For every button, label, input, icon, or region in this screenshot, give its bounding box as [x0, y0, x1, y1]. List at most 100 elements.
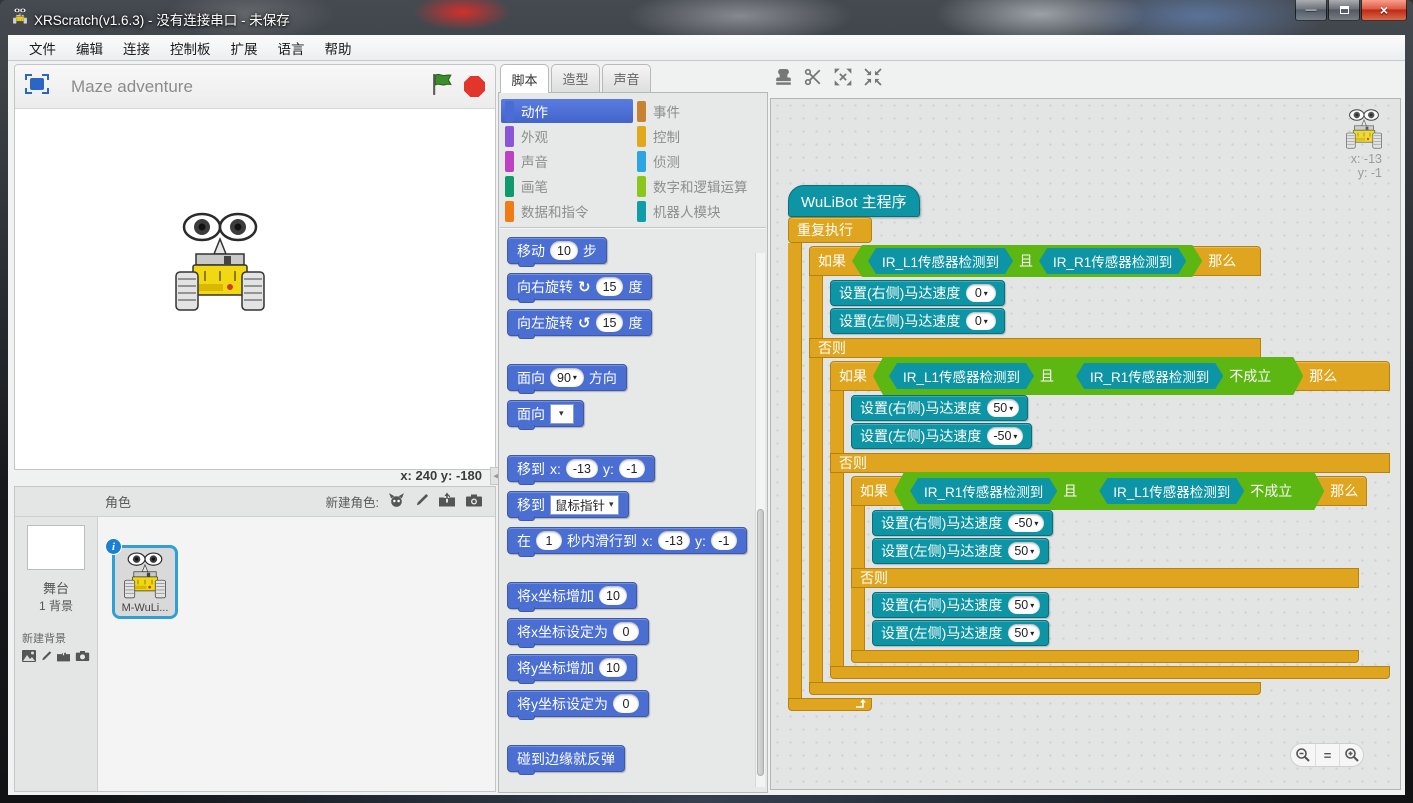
camera-sprite-icon[interactable]: [465, 493, 483, 511]
palette-block-11[interactable]: 将y坐标设定为0: [507, 690, 649, 717]
sprite-info-icon[interactable]: i: [105, 538, 122, 555]
block-input[interactable]: 10: [599, 658, 627, 677]
backdrop-library-icon[interactable]: [22, 650, 36, 666]
category-9[interactable]: 机器人模块: [633, 199, 765, 223]
tab-0[interactable]: 脚本: [500, 64, 549, 93]
sensor-block-ir-r1[interactable]: IR_R1传感器检测到: [1039, 248, 1186, 274]
block-input[interactable]: 0: [613, 622, 639, 641]
block-input[interactable]: 15: [596, 313, 624, 332]
category-6[interactable]: 控制: [633, 124, 765, 148]
block-input[interactable]: 1: [536, 531, 562, 550]
robot-sprite[interactable]: [175, 212, 265, 317]
palette-block-1[interactable]: 向右旋转↻15度: [507, 273, 652, 300]
palette-block-7[interactable]: 在1秒内滑行到x:-13y:-1: [507, 527, 747, 554]
set-motor-block[interactable]: 设置(左侧)马达速度 50▾: [872, 620, 1049, 646]
and-operator[interactable]: IR_R1传感器检测到 且 IR_L1传感器检测到 不成立: [894, 472, 1324, 510]
motor-speed-dropdown[interactable]: 0▾: [966, 312, 996, 330]
motor-speed-dropdown[interactable]: -50▾: [1008, 514, 1044, 532]
motor-speed-dropdown[interactable]: 50▾: [1008, 624, 1040, 642]
zoom-reset-button[interactable]: =: [1315, 744, 1339, 766]
stop-button[interactable]: [464, 76, 485, 97]
menu-item-4[interactable]: 扩展: [222, 35, 267, 61]
scrollbar-thumb[interactable]: [757, 509, 764, 776]
camera-backdrop-icon[interactable]: [75, 650, 90, 666]
not-operator[interactable]: IR_R1传感器检测到 不成立: [1060, 360, 1287, 392]
if-else-block-1[interactable]: 如果 IR_L1传感器检测到 且 IR_R1传感器检测到 那么: [809, 246, 1261, 695]
palette-block-8[interactable]: 将x坐标增加10: [507, 582, 637, 609]
title-bar[interactable]: XRScratch(v1.6.3) - 没有连接串口 - 未保存 — ×: [0, 0, 1413, 35]
sprite-tile-selected[interactable]: i M-WuLi...: [112, 545, 178, 619]
palette-block-2[interactable]: 向左旋转↺15度: [507, 309, 652, 336]
zoom-in-button[interactable]: [1339, 744, 1363, 766]
set-motor-block[interactable]: 设置(左侧)马达速度 0▾: [830, 308, 1005, 334]
block-dropdown[interactable]: 90▾: [550, 368, 584, 387]
block-dropdown[interactable]: ▾: [550, 404, 574, 424]
category-2[interactable]: 声音: [501, 149, 633, 173]
close-button[interactable]: ×: [1361, 0, 1407, 21]
category-1[interactable]: 外观: [501, 124, 633, 148]
set-motor-block[interactable]: 设置(右侧)马达速度 50▾: [872, 592, 1049, 618]
menu-item-5[interactable]: 语言: [269, 35, 314, 61]
menu-item-6[interactable]: 帮助: [316, 35, 361, 61]
set-motor-block[interactable]: 设置(右侧)马达速度 -50▾: [872, 510, 1053, 536]
if-else-block-3[interactable]: 如果 IR_R1传感器检测到 且 IR_L1传感器检测到 不成立: [851, 476, 1390, 663]
menu-item-3[interactable]: 控制板: [161, 35, 220, 61]
sensor-block-ir-l1[interactable]: IR_L1传感器检测到: [868, 248, 1013, 274]
set-motor-block[interactable]: 设置(右侧)马达速度 0▾: [830, 280, 1005, 306]
paint-sprite-icon[interactable]: [414, 492, 429, 512]
upload-backdrop-icon[interactable]: [56, 650, 71, 666]
script-stack[interactable]: WuLiBot 主程序 重复执行 如果 IR_L1传感器检测到 且 IR_R1传…: [788, 185, 1261, 711]
scissors-icon[interactable]: [803, 67, 823, 87]
script-area[interactable]: x: -13 y: -1 WuLiBot 主程序 重复执行 如果 IR_L1传感…: [770, 98, 1401, 790]
menu-item-2[interactable]: 连接: [114, 35, 159, 61]
forever-block[interactable]: 重复执行 如果 IR_L1传感器检测到 且 IR_R1传感器检测到 那么: [788, 217, 1261, 711]
palette-block-4[interactable]: 面向▾: [507, 400, 584, 427]
category-8[interactable]: 数字和逻辑运算: [633, 174, 765, 198]
palette-block-9[interactable]: 将x坐标设定为0: [507, 618, 649, 645]
palette-block-0[interactable]: 移动10步: [507, 237, 607, 264]
palette-block-3[interactable]: 面向90▾方向: [507, 364, 627, 391]
block-input[interactable]: -13: [566, 459, 598, 478]
category-3[interactable]: 画笔: [501, 174, 633, 198]
set-motor-block[interactable]: 设置(右侧)马达速度 50▾: [851, 395, 1028, 421]
new-sprite-library-icon[interactable]: [388, 492, 405, 512]
grow-icon[interactable]: [833, 67, 853, 87]
category-4[interactable]: 数据和指令: [501, 199, 633, 223]
motor-speed-dropdown[interactable]: -50▾: [987, 427, 1023, 445]
sensor-block-ir-r1[interactable]: IR_R1传感器检测到: [1076, 363, 1223, 389]
sensor-block-ir-r1[interactable]: IR_R1传感器检测到: [910, 478, 1057, 504]
motor-speed-dropdown[interactable]: 50▾: [1008, 596, 1040, 614]
and-operator[interactable]: IR_L1传感器检测到 且 IR_R1传感器检测到 不成立: [873, 357, 1303, 395]
maximize-button[interactable]: [1328, 0, 1360, 21]
category-7[interactable]: 侦测: [633, 149, 765, 173]
block-input[interactable]: -1: [711, 531, 737, 550]
shrink-icon[interactable]: [863, 67, 883, 87]
block-input[interactable]: -1: [619, 459, 645, 478]
block-input[interactable]: 10: [599, 586, 627, 605]
motor-speed-dropdown[interactable]: 0▾: [966, 284, 996, 302]
block-input[interactable]: 10: [550, 241, 578, 260]
palette-block-12[interactable]: 碰到边缘就反弹: [507, 745, 625, 772]
block-dropdown[interactable]: 鼠标指针▾: [550, 495, 619, 515]
sensor-block-ir-l1[interactable]: IR_L1传感器检测到: [889, 363, 1034, 389]
palette-block-6[interactable]: 移到鼠标指针▾: [507, 491, 629, 518]
menu-item-0[interactable]: 文件: [20, 35, 65, 61]
block-input[interactable]: 15: [596, 277, 624, 296]
motor-speed-dropdown[interactable]: 50▾: [987, 399, 1019, 417]
palette-scrollbar[interactable]: [755, 253, 765, 787]
stamp-icon[interactable]: [773, 67, 793, 87]
if-else-block-2[interactable]: 如果 IR_L1传感器检测到 且 IR_R1传感器检测到 不成立: [830, 361, 1390, 679]
stage-thumbnail[interactable]: [27, 525, 85, 570]
green-flag-button[interactable]: [430, 72, 455, 102]
not-operator[interactable]: IR_L1传感器检测到 不成立: [1083, 475, 1308, 507]
and-operator[interactable]: IR_L1传感器检测到 且 IR_R1传感器检测到: [852, 245, 1202, 277]
tab-2[interactable]: 声音: [602, 64, 651, 92]
upload-sprite-icon[interactable]: [438, 492, 456, 512]
set-motor-block[interactable]: 设置(左侧)马达速度 -50▾: [851, 423, 1032, 449]
block-input[interactable]: -13: [658, 531, 690, 550]
menu-item-1[interactable]: 编辑: [67, 35, 112, 61]
sensor-block-ir-l1[interactable]: IR_L1传感器检测到: [1099, 478, 1244, 504]
category-5[interactable]: 事件: [633, 99, 765, 123]
hat-block-main-program[interactable]: WuLiBot 主程序: [788, 185, 920, 217]
category-0[interactable]: 动作: [501, 99, 633, 123]
